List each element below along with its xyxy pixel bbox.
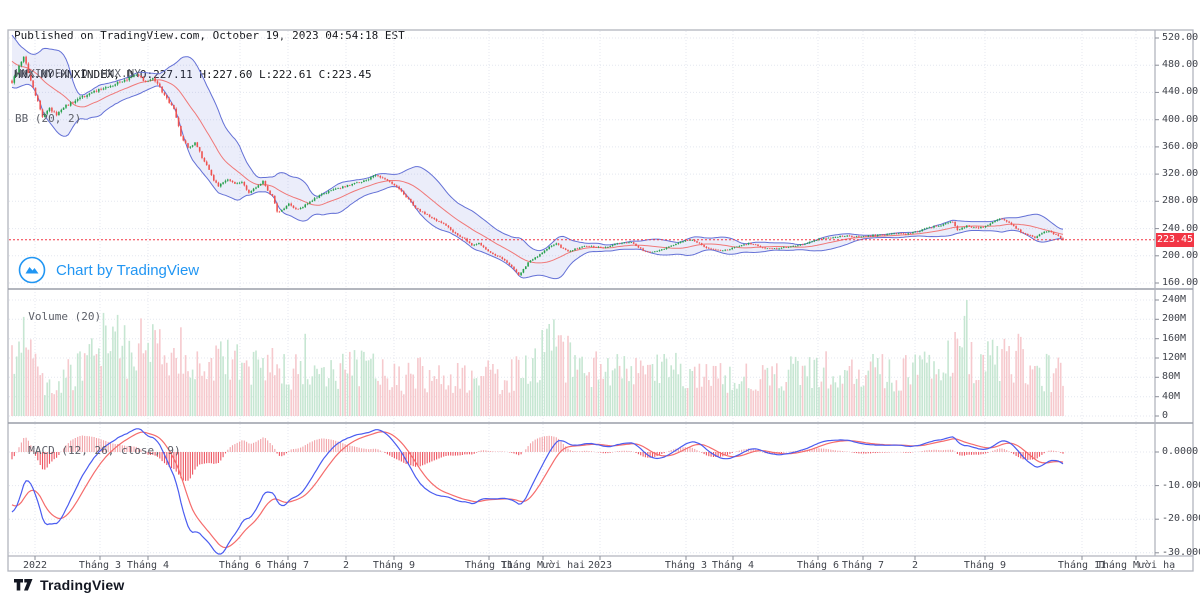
tradingview-attribution-link[interactable]: Chart by TradingView [18, 256, 199, 284]
bollinger-lower-line [12, 84, 1063, 278]
price-tick-label: 200.00 [1162, 250, 1198, 261]
price-tick-label: 520.00 [1162, 32, 1198, 43]
time-tick-label: Tháng 9 [940, 560, 1030, 571]
price-tick-label: 160.00 [1162, 277, 1198, 288]
price-tick-label: 320.00 [1162, 168, 1198, 179]
bollinger-band-fill [12, 35, 1063, 279]
volume-tick-label: 120M [1162, 352, 1186, 363]
tradingview-cloud-icon [18, 256, 46, 284]
macd-indicator-legend[interactable]: MACD (12, 26, close, 9) [15, 428, 181, 458]
symbol-legend[interactable]: HNXINDEX, D, HNX.NY [15, 66, 141, 81]
volume-tick-label: 160M [1162, 333, 1186, 344]
macd-tick-label: 0.0000 [1162, 446, 1198, 457]
volume-tick-label: 240M [1162, 294, 1186, 305]
bb-indicator-legend[interactable]: BB (20, 2) [15, 111, 141, 126]
volume-tick-label: 80M [1162, 371, 1180, 382]
volume-tick-label: 40M [1162, 391, 1180, 402]
price-tick-label: 480.00 [1162, 59, 1198, 70]
watermark-label: Chart by TradingView [56, 262, 199, 279]
tradingview-mark-icon [14, 579, 33, 591]
macd-tick-label: -10.0000 [1162, 480, 1200, 491]
tradingview-logo[interactable]: TradingView [14, 577, 124, 593]
time-tick-label: Tháng 9 [349, 560, 439, 571]
volume-tick-label: 200M [1162, 313, 1186, 324]
time-tick-label: 2023 [555, 560, 645, 571]
time-tick-label: Tháng 4 [103, 560, 193, 571]
macd-tick-label: -20.0000 [1162, 513, 1200, 524]
price-tick-label: 280.00 [1162, 195, 1198, 206]
main-chart-legend: HNXINDEX, D, HNX.NY BB (20, 2) [15, 36, 141, 141]
price-tick-label: 240.00 [1162, 223, 1198, 234]
volume-tick-label: 0 [1162, 410, 1168, 421]
chart-canvas[interactable] [0, 0, 1200, 596]
macd-tick-label: -30.0000 [1162, 547, 1200, 558]
price-tick-label: 400.00 [1162, 114, 1198, 125]
volume-indicator-legend[interactable]: Volume (20) [15, 294, 101, 324]
tradingview-brand-text: TradingView [40, 577, 124, 593]
last-price-badge: 223.45 [1156, 233, 1194, 247]
time-tick-label: Tháng Mười hạ [1091, 560, 1181, 571]
price-tick-label: 360.00 [1162, 141, 1198, 152]
time-tick-label: Tháng 4 [688, 560, 778, 571]
price-tick-label: 440.00 [1162, 86, 1198, 97]
